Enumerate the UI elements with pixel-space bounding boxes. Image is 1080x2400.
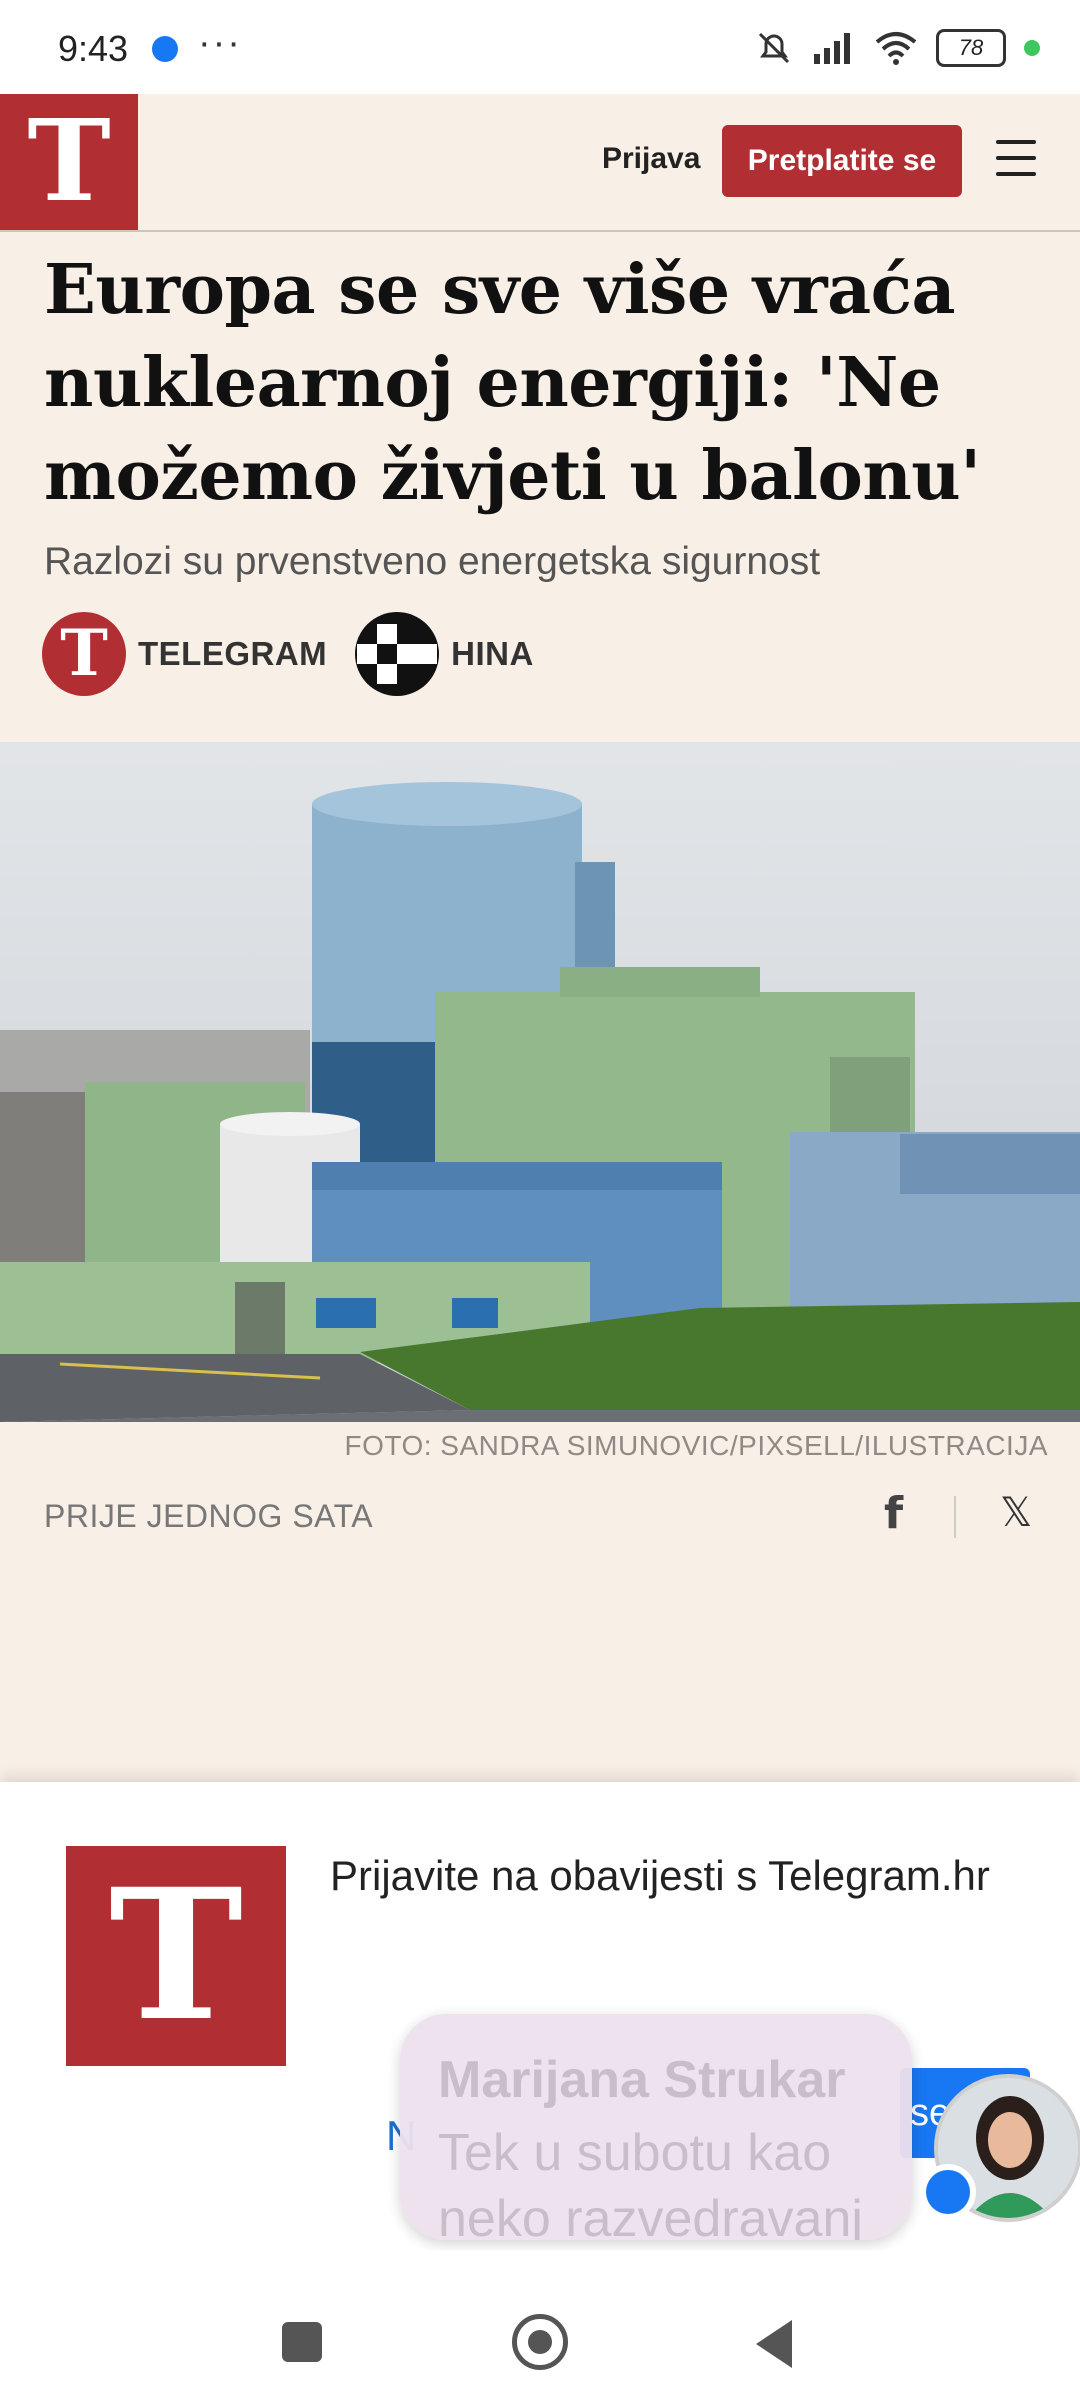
chat-message-preview: Tek u subotu kao neko razvedravanj [438, 2124, 863, 2240]
system-navigation-bar [0, 2250, 1080, 2400]
wifi-icon [875, 32, 917, 65]
author-name: HINA [451, 635, 534, 672]
mute-icon [758, 32, 790, 64]
chat-bubble-preview[interactable]: Marijana Strukar Tek u subotu kao neko r… [400, 2014, 912, 2240]
telegram-avatar: T [42, 612, 126, 696]
hamburger-menu-icon[interactable] [996, 140, 1036, 176]
signal-icon [814, 33, 850, 64]
recents-button[interactable] [282, 2322, 322, 2362]
back-button[interactable] [756, 2320, 792, 2368]
author-telegram[interactable]: T TELEGRAM [42, 612, 327, 696]
more-notifications-icon: ··· [198, 22, 242, 64]
battery-icon: 78 [936, 29, 1006, 67]
article-headline: Europa se sve više vraća nuklearnoj ener… [44, 250, 981, 516]
messenger-badge-icon [920, 2164, 976, 2220]
published-time: PRIJE JEDNOG SATA [44, 1498, 374, 1534]
logo-letter: T [27, 96, 111, 227]
author-hina[interactable]: HINA [355, 612, 534, 696]
subscribe-button[interactable]: Pretplatite se [722, 125, 962, 197]
hina-avatar [355, 612, 440, 696]
author-list: T TELEGRAM HINA [42, 612, 562, 696]
article-header: Europa se sve više vraća nuklearnoj ener… [0, 232, 1080, 742]
messenger-icon [152, 36, 178, 62]
login-link[interactable]: Prijava [602, 142, 700, 176]
site-header: T Prijava Pretplatite se [0, 94, 1080, 232]
telegram-logo: T [66, 1846, 286, 2066]
share-divider [954, 1496, 956, 1538]
status-bar: 9:43 ··· 78 [0, 0, 1080, 94]
nuclear-plant-image [0, 742, 1080, 1422]
notification-prompt-text: Prijavite na obavijesti s Telegram.hr [330, 1852, 990, 1899]
clock: 9:43 [58, 28, 129, 69]
privacy-indicator [1024, 40, 1040, 56]
avatar-letter: T [60, 616, 108, 691]
telegram-logo[interactable]: T [0, 94, 138, 230]
article-meta: FOTO: SANDRA SIMUNOVIC/PIXSELL/ILUSTRACI… [0, 1422, 1080, 1782]
article-subheadline: Razlozi su prvenstveno energetska sigurn… [44, 540, 821, 583]
author-name: TELEGRAM [138, 635, 328, 672]
x-share-icon[interactable]: 𝕏 [1000, 1490, 1032, 1536]
home-button[interactable] [512, 2314, 568, 2370]
article-photo[interactable] [0, 742, 1080, 1422]
photo-caption: FOTO: SANDRA SIMUNOVIC/PIXSELL/ILUSTRACI… [344, 1430, 1048, 1461]
facebook-share-icon[interactable]: f [884, 1488, 903, 1539]
chat-sender-name: Marijana Strukar [438, 2051, 846, 2109]
logo-letter: T [109, 1850, 243, 2061]
